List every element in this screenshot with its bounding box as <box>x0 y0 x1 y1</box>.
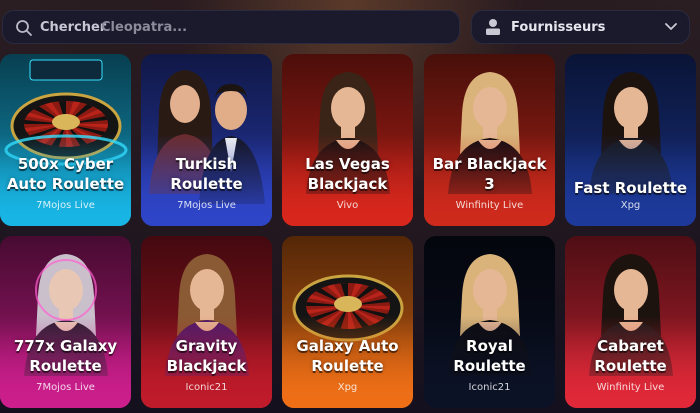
game-card[interactable]: 777x Galaxy Roulette 7Mojos Live <box>0 236 131 408</box>
game-title: 777x Galaxy <box>13 337 118 355</box>
search-placeholder-suggestion: Cleopatra... <box>101 20 188 35</box>
search-input[interactable]: Chercher Cleopatra... <box>2 10 460 44</box>
game-provider: 7Mojos Live <box>36 200 95 211</box>
game-title: Auto Roulette <box>6 175 125 193</box>
game-title: Blackjack <box>166 357 247 375</box>
game-card[interactable]: Gravity Blackjack Iconic21 <box>141 236 272 408</box>
game-card[interactable]: Royal Roulette Iconic21 <box>424 236 555 408</box>
game-title: Roulette <box>29 357 102 375</box>
game-title: Turkish <box>175 155 238 173</box>
game-provider: Iconic21 <box>185 382 228 393</box>
game-provider: Xpg <box>620 200 641 211</box>
providers-filter-label: Fournisseurs <box>511 20 606 35</box>
game-provider: 7Mojos Live <box>36 382 95 393</box>
game-card[interactable]: Cabaret Roulette Winfinity Live <box>565 236 696 408</box>
game-title: Roulette <box>170 175 243 193</box>
game-card[interactable]: Las Vegas Blackjack Vivo <box>282 54 413 226</box>
game-card[interactable]: Bar Blackjack 3 Winfinity Live <box>424 54 555 226</box>
game-title: Bar Blackjack <box>432 155 547 173</box>
game-title: Galaxy Auto <box>296 337 399 355</box>
providers-filter-button[interactable]: Fournisseurs <box>471 10 690 44</box>
game-card[interactable]: 500x Cyber Auto Roulette 7Mojos Live <box>0 54 131 226</box>
game-title: Fast Roulette <box>573 179 688 197</box>
game-provider: Vivo <box>336 200 359 211</box>
game-title: 500x Cyber <box>17 155 114 173</box>
game-title: Cabaret <box>597 337 664 355</box>
game-card[interactable]: Turkish Roulette 7Mojos Live <box>141 54 272 226</box>
game-provider: Winfinity Live <box>596 382 665 393</box>
game-title: Royal <box>466 337 513 355</box>
game-title: Blackjack <box>307 175 388 193</box>
user-icon <box>486 19 500 35</box>
game-provider: Winfinity Live <box>455 200 524 211</box>
game-title: Las Vegas <box>305 155 390 173</box>
game-provider: Xpg <box>337 382 358 393</box>
top-bar: Chercher Cleopatra... Fournisseurs <box>0 0 700 50</box>
game-title: Roulette <box>311 357 384 375</box>
game-title: Gravity <box>175 337 238 355</box>
game-card[interactable]: Fast Roulette Xpg <box>565 54 696 226</box>
game-title: 3 <box>484 175 495 193</box>
game-card[interactable]: Galaxy Auto Roulette Xpg <box>282 236 413 408</box>
search-placeholder-main: Chercher <box>40 20 107 35</box>
chevron-down-icon <box>665 23 677 30</box>
search-icon <box>16 20 32 36</box>
game-title: Roulette <box>594 357 667 375</box>
game-provider: 7Mojos Live <box>177 200 236 211</box>
game-provider: Iconic21 <box>468 382 511 393</box>
game-title: Roulette <box>453 357 526 375</box>
